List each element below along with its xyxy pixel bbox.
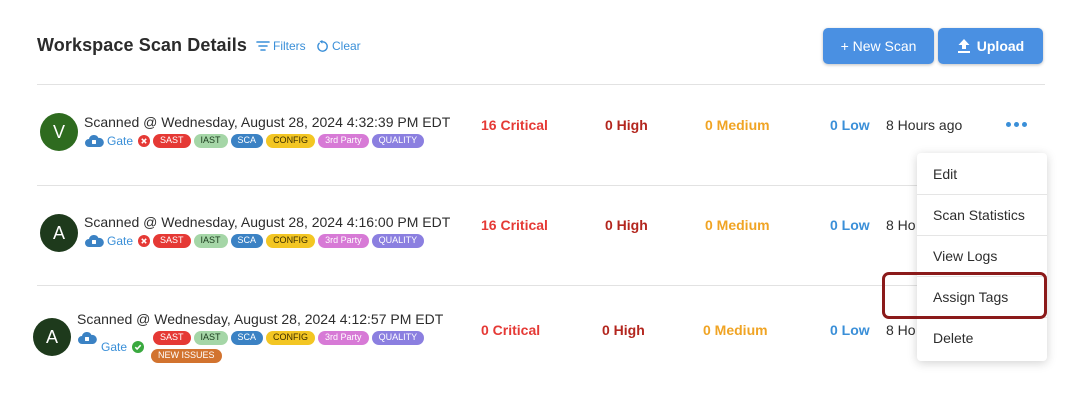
scan-meta: Gate SAST IAST SCA CONFIG 3rd Party QUAL… [84, 234, 425, 248]
medium-count[interactable]: 0 Medium [705, 117, 770, 133]
scan-row[interactable]: V Scanned @ Wednesday, August 28, 2024 4… [0, 85, 1077, 165]
medium-count[interactable]: 0 Medium [703, 322, 768, 338]
upload-button[interactable]: Upload [938, 28, 1043, 64]
time-ago: 8 Ho [886, 322, 916, 338]
scan-title: Scanned @ Wednesday, August 28, 2024 4:1… [77, 311, 444, 327]
filter-lines-icon [256, 41, 270, 51]
menu-item-scan-statistics[interactable]: Scan Statistics [917, 195, 1047, 235]
tag-quality: QUALITY [371, 134, 425, 148]
tag-iast: IAST [193, 234, 228, 248]
menu-item-view-logs[interactable]: View Logs [917, 236, 1047, 276]
tag-config: CONFIG [266, 331, 316, 345]
avatar: V [40, 113, 78, 151]
avatar: A [33, 318, 71, 356]
tag-sast: SAST [153, 331, 191, 345]
tag-third-party: 3rd Party [318, 331, 369, 345]
critical-count[interactable]: 16 Critical [481, 217, 548, 233]
upload-label: Upload [976, 38, 1025, 54]
low-count[interactable]: 0 Low [830, 322, 870, 338]
tag-config: CONFIG [266, 134, 316, 148]
tag-sca: SCA [230, 134, 264, 148]
tag-quality: QUALITY [371, 234, 425, 248]
time-ago: 8 Hours ago [886, 117, 963, 133]
filters-button[interactable]: Filters [256, 39, 306, 53]
scan-row[interactable]: A Scanned @ Wednesday, August 28, 2024 4… [0, 186, 1077, 266]
page-header: Workspace Scan Details Filters Clear + N… [37, 28, 1043, 66]
page-title: Workspace Scan Details [37, 35, 247, 55]
cloud-lock-icon [85, 134, 104, 147]
assign-tags-highlight [882, 272, 1047, 319]
gate-label[interactable]: Gate [107, 234, 133, 248]
medium-count[interactable]: 0 Medium [705, 217, 770, 233]
critical-count[interactable]: 0 Critical [481, 322, 540, 338]
avatar: A [40, 214, 78, 252]
ellipsis-horizontal-icon[interactable] [1006, 122, 1027, 127]
x-circle-icon [138, 235, 151, 247]
row-actions-menu: Edit Scan Statistics View Logs Assign Ta… [917, 153, 1047, 361]
menu-item-edit[interactable]: Edit [917, 154, 1047, 194]
upload-arrow-icon [957, 39, 970, 53]
gate-label[interactable]: Gate [101, 340, 127, 354]
tag-third-party: 3rd Party [318, 234, 369, 248]
x-circle-icon [138, 135, 151, 147]
scan-title: Scanned @ Wednesday, August 28, 2024 4:3… [84, 114, 451, 130]
tag-sca: SCA [230, 234, 264, 248]
cloud-lock-icon [85, 234, 104, 247]
tag-sast: SAST [153, 134, 191, 148]
refresh-icon [317, 39, 328, 52]
high-count[interactable]: 0 High [602, 322, 645, 338]
clear-button[interactable]: Clear [316, 39, 361, 53]
tag-sast: SAST [153, 234, 191, 248]
gate-status: Gate [101, 340, 145, 354]
time-ago: 8 Ho [886, 217, 916, 233]
scan-title: Scanned @ Wednesday, August 28, 2024 4:1… [84, 214, 451, 230]
critical-count[interactable]: 16 Critical [481, 117, 548, 133]
high-count[interactable]: 0 High [605, 117, 648, 133]
cloud-lock-icon [78, 331, 97, 344]
clear-label: Clear [332, 39, 361, 53]
tag-config: CONFIG [266, 234, 316, 248]
tag-third-party: 3rd Party [318, 134, 369, 148]
tag-quality: QUALITY [371, 331, 425, 345]
new-scan-button[interactable]: + New Scan [823, 28, 934, 64]
tag-new-issues: NEW ISSUES [151, 349, 222, 363]
tag-iast: IAST [193, 331, 228, 345]
high-count[interactable]: 0 High [605, 217, 648, 233]
tag-iast: IAST [193, 134, 228, 148]
check-circle-icon [132, 341, 145, 353]
low-count[interactable]: 0 Low [830, 117, 870, 133]
gate-label[interactable]: Gate [107, 134, 133, 148]
filters-label: Filters [273, 39, 306, 53]
new-issues-meta: NEW ISSUES [151, 349, 222, 363]
scan-meta: Gate SAST IAST SCA CONFIG 3rd Party QUAL… [84, 134, 425, 148]
tag-sca: SCA [230, 331, 264, 345]
menu-item-delete[interactable]: Delete [917, 318, 1047, 358]
low-count[interactable]: 0 Low [830, 217, 870, 233]
new-scan-label: + New Scan [840, 38, 917, 54]
